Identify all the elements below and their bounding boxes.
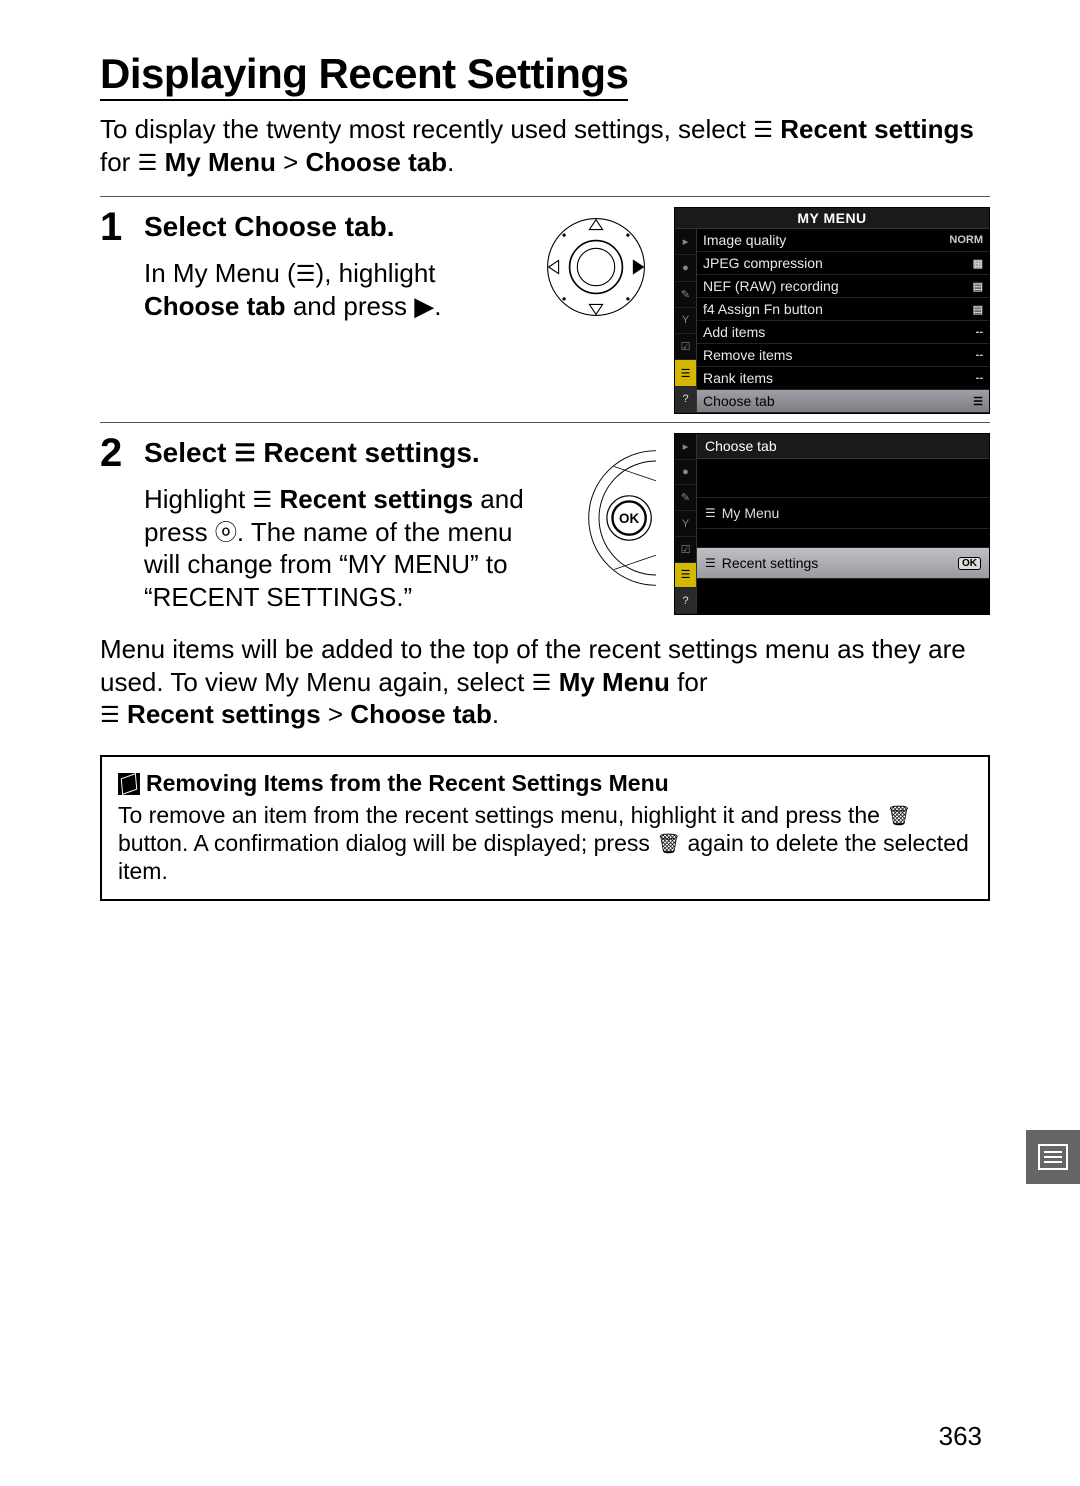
menu-title: MY MENU [675, 208, 989, 229]
menu-item: Image qualityNORM [697, 229, 989, 252]
step-number: 2 [100, 433, 144, 473]
tab-icon: Y [675, 511, 697, 537]
page-number: 363 [939, 1421, 982, 1452]
menu-item: f4 Assign Fn button▤ [697, 298, 989, 321]
submenu-item: ☰ My Menu [697, 498, 989, 529]
mymenu-icon: ☰ [705, 506, 716, 520]
note-body: To remove an item from the recent settin… [118, 801, 972, 885]
step-1-title: Select Choose tab. [144, 211, 518, 243]
step-1-desc: In My Menu (☰), highlight Choose tab and… [144, 257, 518, 322]
side-tab-icon [1026, 1130, 1080, 1184]
recent-icon: ☰ [234, 439, 255, 468]
intro-paragraph: To display the twenty most recently used… [100, 113, 990, 178]
recent-icon: ☰ [100, 701, 120, 729]
tab-icon: ? [675, 387, 697, 413]
menu-item: JPEG compression▦ [697, 252, 989, 275]
page-title: Displaying Recent Settings [100, 50, 628, 101]
ok-badge: OK [958, 557, 981, 570]
recent-icon: ☰ [705, 556, 716, 570]
menu-screenshot-choose-tab: ▸ ● ✎ Y ☑ ☰ ? Choose tab ☰ My Menu [674, 433, 990, 615]
tab-icon: ▸ [675, 229, 697, 255]
menu-item: Remove items-- [697, 344, 989, 367]
tab-icon: ▸ [675, 434, 697, 460]
step-2: 2 Select ☰ Recent settings. Highlight ☰ … [100, 433, 990, 615]
pencil-icon [118, 773, 140, 795]
tab-icon: ? [675, 588, 697, 614]
note-heading: Removing Items from the Recent Settings … [118, 769, 972, 797]
note-box: Removing Items from the Recent Settings … [100, 755, 990, 901]
tab-icon-selected: ☰ [675, 360, 697, 386]
tab-icon: ✎ [675, 485, 697, 511]
tab-icon: ● [675, 460, 697, 486]
mymenu-icon: ☰ [138, 149, 158, 177]
submenu-item-highlighted: ☰ Recent settings OK [697, 548, 989, 579]
menu-screenshot-mymenu: MY MENU ▸ ● ✎ Y ☑ ☰ ? Image qualityNORM [674, 207, 990, 414]
ok-icon: ⓞ [215, 519, 237, 547]
tab-icon: ☑ [675, 537, 697, 563]
step-1: 1 Select Choose tab. In My Menu (☰), hig… [100, 207, 990, 414]
mymenu-icon: ☰ [296, 260, 316, 288]
menu-item: Rank items-- [697, 367, 989, 390]
divider [100, 196, 990, 197]
recent-icon: ☰ [252, 486, 272, 514]
step-2-title: Select ☰ Recent settings. [144, 437, 538, 469]
mymenu-icon: ☰ [532, 669, 552, 697]
submenu-title: Choose tab [697, 434, 989, 459]
tab-icon: ☑ [675, 334, 697, 360]
tab-icon: ✎ [675, 282, 697, 308]
trash-icon: 🗑 [656, 833, 681, 857]
step-2-desc: Highlight ☰ Recent settings and press ⓞ.… [144, 483, 538, 613]
recent-icon: ☰ [753, 116, 773, 144]
menu-item-highlighted: Choose tab☰ [697, 390, 989, 413]
menu-item: NEF (RAW) recording▤ [697, 275, 989, 298]
menu-item: Add items-- [697, 321, 989, 344]
tab-icon: Y [675, 308, 697, 334]
svg-text:OK: OK [619, 511, 639, 526]
trash-icon: 🗑 [886, 805, 911, 829]
closing-paragraph: Menu items will be added to the top of t… [100, 633, 990, 731]
step-number: 1 [100, 207, 144, 247]
tab-icon: ● [675, 255, 697, 281]
multi-selector-diagram [536, 207, 656, 327]
divider [100, 422, 990, 423]
right-triangle-icon: ▶ [414, 290, 434, 323]
tab-icon-selected: ☰ [675, 563, 697, 589]
ok-button-diagram: OK [556, 433, 656, 603]
